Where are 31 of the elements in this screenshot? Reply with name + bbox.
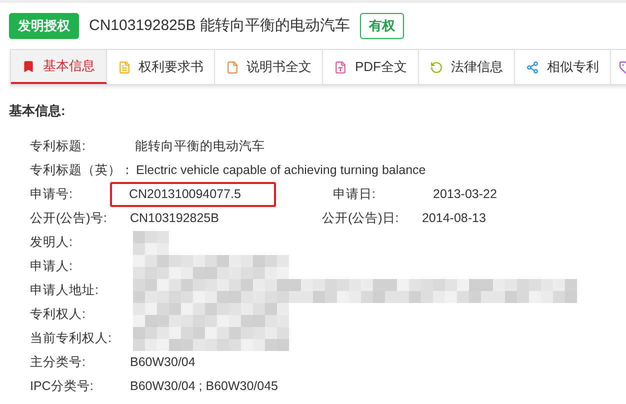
field-label: IPC分类号: — [30, 378, 94, 396]
field-value: B60W30/04 ; B60W30/045 — [130, 378, 278, 396]
patent-title: CN103192825B 能转向平衡的电动汽车 — [89, 16, 350, 36]
field-label: 申请号: — [30, 186, 74, 204]
field-label: 专利标题（英）： — [30, 162, 135, 180]
tab[interactable]: 权利要求书 — [107, 50, 215, 84]
tab[interactable]: 基本信息 — [11, 50, 107, 84]
field-value: 能转向平衡的电动汽车 — [135, 138, 265, 156]
field-value: CN201310094077.5 — [110, 182, 276, 207]
field-value: 2013-03-22 — [433, 186, 497, 204]
tab[interactable]: 说明书全文 — [215, 50, 323, 84]
field-label: 专利标题: — [30, 138, 86, 156]
field-label: 申请日: — [333, 186, 376, 204]
field-label: 专利权人: — [30, 306, 86, 324]
field-label: 发明人: — [30, 234, 74, 252]
field-label: 主分类号: — [30, 354, 86, 372]
status-badge: 有权 — [360, 13, 404, 39]
field-value: Electric vehicle capable of achieving turning balance — [136, 162, 426, 180]
field-label: 申请人地址: — [30, 282, 100, 300]
field-label: 申请人: — [30, 258, 74, 276]
field-label: 当前专利权人: — [30, 330, 112, 348]
field-value: B60W30/04 — [130, 354, 196, 372]
field-value: 2014-08-13 — [422, 210, 486, 228]
field-value: CN103192825B — [130, 210, 219, 228]
tab[interactable]: 相似专利 — [515, 50, 611, 84]
tab[interactable]: PDF全文 — [323, 50, 419, 84]
field-label: 公开(公告)日: — [322, 210, 400, 228]
field-label: 公开(公告)号: — [30, 210, 108, 228]
type-tag: 发明授权 — [9, 13, 79, 39]
tab[interactable]: 法律信息 — [419, 50, 515, 84]
section-title: 基本信息: — [9, 102, 66, 120]
